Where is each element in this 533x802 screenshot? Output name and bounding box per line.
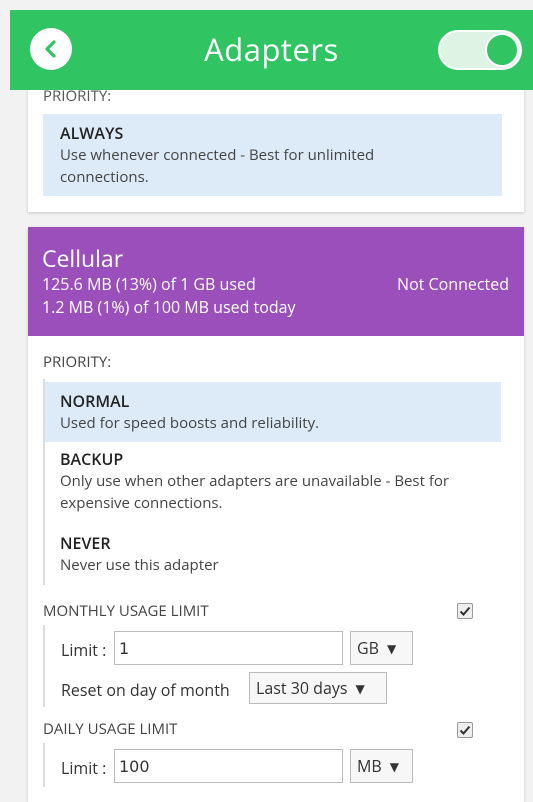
option-description: Never use this adapter — [60, 555, 219, 575]
monthly-limit-label: Limit : — [61, 639, 107, 661]
daily-limit-label: Limit : — [61, 757, 107, 779]
monthly-unit-select[interactable]: GB ▼ — [350, 631, 413, 665]
option-description: Used for speed boosts and reliability. — [60, 413, 320, 433]
option-title: NEVER — [60, 532, 111, 554]
connection-status: Not Connected — [397, 273, 509, 295]
reset-day-label: Reset on day of month — [61, 679, 230, 701]
chevron-left-icon — [45, 40, 56, 58]
daily-usage-text: 1.2 MB (1%) of 100 MB used today — [42, 296, 296, 318]
adapters-toggle[interactable] — [438, 30, 522, 70]
daily-usage-limit-label: DAILY USAGE LIMIT — [43, 719, 178, 739]
back-button[interactable] — [30, 28, 72, 70]
checkmark-icon — [459, 606, 471, 616]
option-title: ALWAYS — [60, 122, 124, 144]
monthly-divider — [43, 625, 45, 707]
page-title: Adapters — [204, 29, 339, 71]
priority-option-normal[interactable]: NORMAL Used for speed boosts and reliabi… — [45, 382, 501, 442]
dropdown-arrow-icon: ▼ — [386, 639, 397, 657]
priority-label: PRIORITY: — [43, 352, 112, 372]
toggle-knob — [485, 33, 519, 67]
cellular-card-header: Cellular 125.6 MB (13%) of 1 GB used 1.2… — [28, 227, 524, 336]
option-description-line1: Use whenever connected - Best for unlimi… — [60, 145, 375, 165]
selected-unit: MB — [357, 755, 382, 777]
option-description-line2: expensive connections. — [60, 493, 223, 513]
priority-option-never[interactable]: NEVER Never use this adapter — [45, 532, 501, 582]
reset-day-select[interactable]: Last 30 days ▼ — [249, 672, 387, 704]
monthly-limit-input[interactable] — [114, 631, 343, 665]
monthly-usage-limit-label: MONTHLY USAGE LIMIT — [43, 601, 209, 621]
daily-divider — [43, 743, 45, 787]
dropdown-arrow-icon: ▼ — [389, 757, 399, 775]
selected-reset-value: Last 30 days — [256, 677, 348, 699]
option-title: NORMAL — [60, 390, 130, 412]
priority-option-always[interactable]: ALWAYS Use whenever connected - Best for… — [43, 114, 502, 196]
checkmark-icon — [459, 725, 471, 735]
option-title: BACKUP — [60, 448, 124, 470]
selected-unit: GB — [357, 637, 379, 659]
option-description-line1: Only use when other adapters are unavail… — [60, 471, 450, 491]
daily-limit-checkbox[interactable] — [457, 722, 473, 738]
priority-option-backup[interactable]: BACKUP Only use when other adapters are … — [45, 448, 501, 520]
wifi-adapter-card: PRIORITY: ALWAYS Use whenever connected … — [28, 70, 524, 212]
monthly-limit-checkbox[interactable] — [457, 603, 473, 619]
option-description-line2: connections. — [60, 167, 149, 187]
daily-unit-select[interactable]: MB ▼ — [350, 749, 413, 783]
adapter-name: Cellular — [42, 242, 124, 274]
cellular-adapter-card: Cellular 125.6 MB (13%) of 1 GB used 1.2… — [28, 227, 524, 802]
dropdown-arrow-icon: ▼ — [355, 679, 365, 697]
app-header: Adapters — [10, 10, 533, 90]
daily-limit-input[interactable] — [114, 749, 343, 783]
